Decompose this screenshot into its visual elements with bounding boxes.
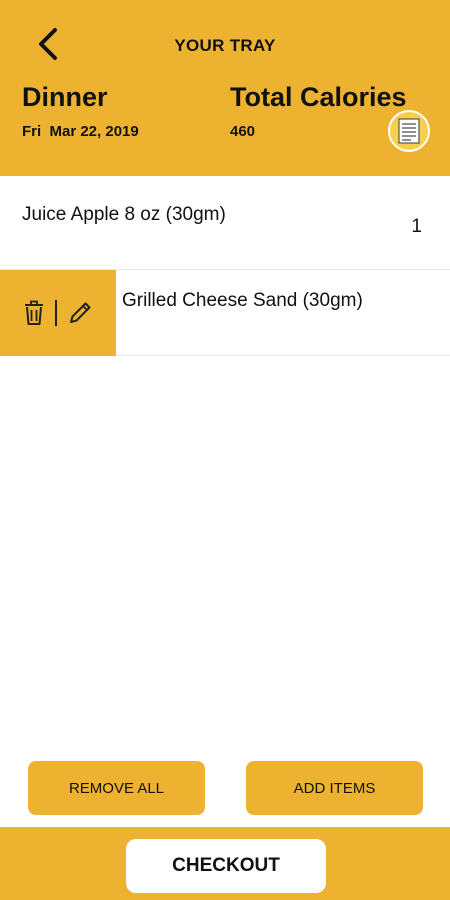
pencil-icon <box>70 302 91 323</box>
item-actions-panel <box>0 270 116 356</box>
page-title: YOUR TRAY <box>174 36 276 55</box>
remove-all-button[interactable]: REMOVE ALL <box>28 761 205 815</box>
tray-item-name: Juice Apple 8 oz (30gm) <box>22 204 226 225</box>
add-items-button[interactable]: ADD ITEMS <box>246 761 423 815</box>
tray-item-name: Grilled Cheese Sand (30gm) <box>122 290 363 311</box>
meal-name: Dinner <box>22 82 108 112</box>
delete-button[interactable] <box>23 300 45 326</box>
total-calories-label: Total Calories <box>230 82 407 112</box>
footer-bar: CHECKOUT <box>0 827 450 900</box>
document-icon <box>398 118 420 144</box>
document-button[interactable] <box>388 110 430 152</box>
actions-divider <box>55 300 57 326</box>
meal-date: Fri Mar 22, 2019 <box>22 123 139 140</box>
total-calories-value: 460 <box>230 123 256 140</box>
tray-item-quantity: 1 <box>411 216 422 237</box>
tray-item-row[interactable]: Grilled Cheese Sand (30gm) <box>0 270 450 356</box>
checkout-button[interactable]: CHECKOUT <box>126 839 326 893</box>
edit-button[interactable] <box>67 300 93 326</box>
trash-icon <box>25 300 43 325</box>
tray-item-row[interactable]: Juice Apple 8 oz (30gm) 1 <box>0 176 450 270</box>
header-bar: YOUR TRAY Dinner Fri Mar 22, 2019 Total … <box>0 0 450 176</box>
